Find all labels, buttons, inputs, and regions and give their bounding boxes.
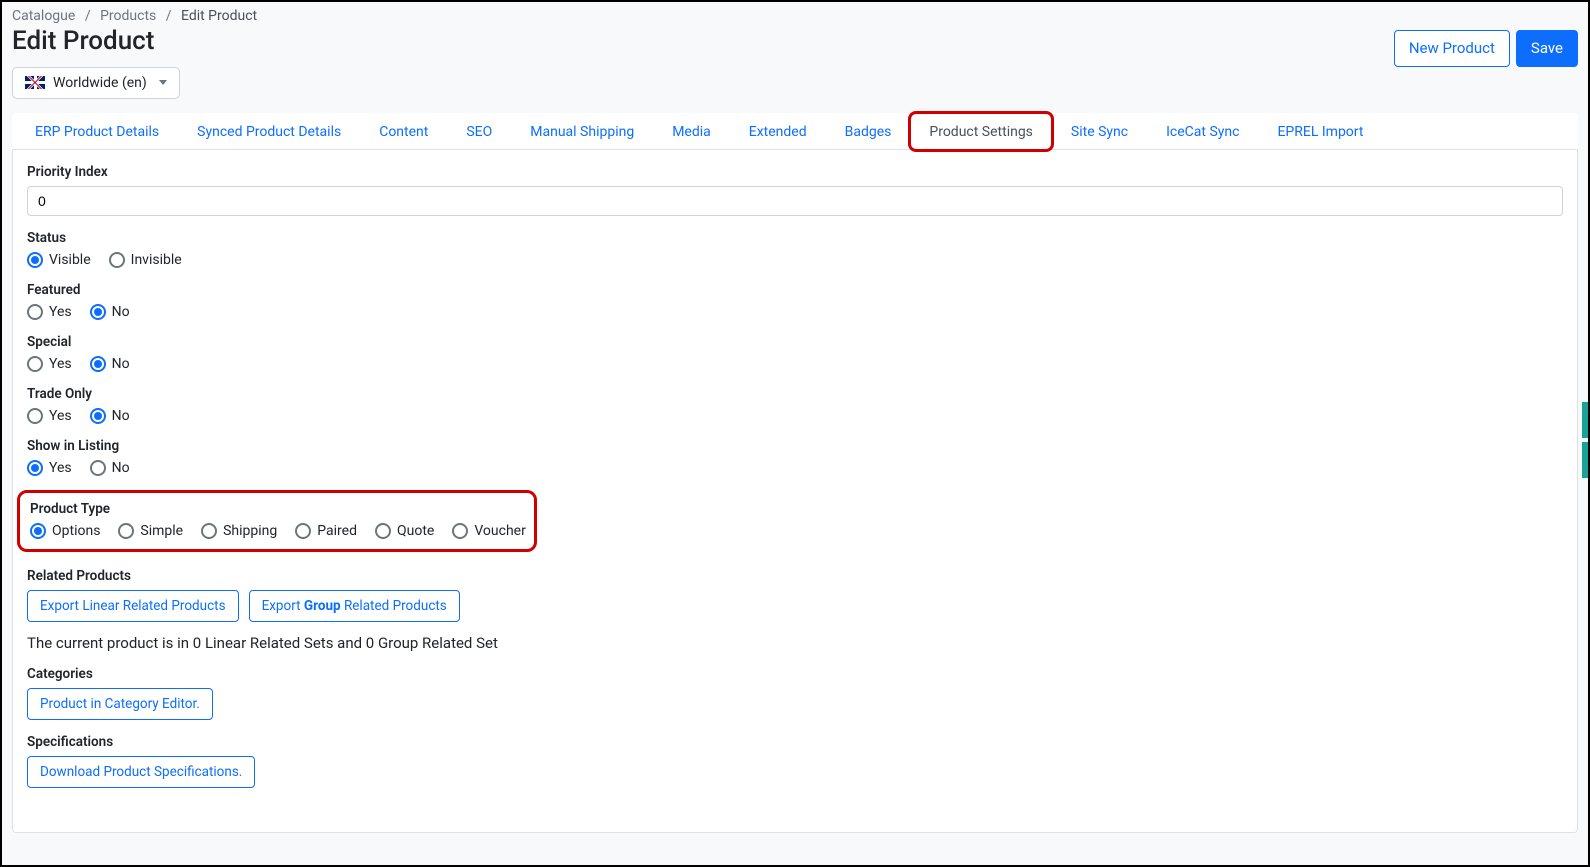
locale-label: Worldwide (en) bbox=[53, 75, 147, 91]
tab-manual-shipping[interactable]: Manual Shipping bbox=[511, 113, 653, 150]
page-title: Edit Product bbox=[12, 26, 257, 56]
featured-no-radio[interactable]: No bbox=[90, 304, 130, 320]
show-listing-yes-radio[interactable]: Yes bbox=[27, 460, 72, 476]
tab-synced-product-details[interactable]: Synced Product Details bbox=[178, 113, 360, 150]
download-specifications-button[interactable]: Download Product Specifications. bbox=[27, 756, 255, 788]
special-yes-radio[interactable]: Yes bbox=[27, 356, 72, 372]
product-in-category-editor-button[interactable]: Product in Category Editor. bbox=[27, 688, 213, 720]
product-type-paired-radio[interactable]: Paired bbox=[295, 523, 357, 539]
product-type-label: Product Type bbox=[30, 501, 524, 517]
tab-icecat-sync[interactable]: IceCat Sync bbox=[1147, 113, 1258, 150]
scroll-marker-icon bbox=[1582, 402, 1588, 478]
product-settings-panel: Priority Index Status Visible Invisible … bbox=[12, 150, 1578, 834]
tab-site-sync[interactable]: Site Sync bbox=[1052, 113, 1147, 150]
product-type-section: Product Type Options Simple Shipping Pai… bbox=[17, 490, 537, 552]
tab-seo[interactable]: SEO bbox=[447, 113, 511, 150]
tab-content[interactable]: Content bbox=[360, 113, 447, 150]
status-invisible-radio[interactable]: Invisible bbox=[109, 252, 182, 268]
tab-badges[interactable]: Badges bbox=[826, 113, 911, 150]
uk-flag-icon bbox=[25, 76, 45, 89]
tabs: ERP Product Details Synced Product Detai… bbox=[12, 113, 1578, 150]
product-type-options-radio[interactable]: Options bbox=[30, 523, 100, 539]
product-type-quote-radio[interactable]: Quote bbox=[375, 523, 434, 539]
tab-eprel-import[interactable]: EPREL Import bbox=[1258, 113, 1382, 150]
tab-extended[interactable]: Extended bbox=[730, 113, 826, 150]
trade-only-yes-radio[interactable]: Yes bbox=[27, 408, 72, 424]
trade-only-no-radio[interactable]: No bbox=[90, 408, 130, 424]
categories-label: Categories bbox=[27, 666, 1563, 682]
featured-label: Featured bbox=[27, 282, 1563, 298]
breadcrumb-root[interactable]: Catalogue bbox=[12, 8, 75, 24]
breadcrumb: Catalogue / Products / Edit Product bbox=[12, 8, 257, 24]
priority-index-label: Priority Index bbox=[27, 164, 1563, 180]
product-type-simple-radio[interactable]: Simple bbox=[118, 523, 183, 539]
chevron-down-icon bbox=[159, 80, 167, 85]
trade-only-label: Trade Only bbox=[27, 386, 1563, 402]
breadcrumb-products[interactable]: Products bbox=[100, 8, 156, 24]
priority-index-input[interactable] bbox=[27, 186, 1563, 216]
related-products-info: The current product is in 0 Linear Relat… bbox=[27, 634, 1563, 652]
new-product-button[interactable]: New Product bbox=[1394, 30, 1510, 67]
featured-yes-radio[interactable]: Yes bbox=[27, 304, 72, 320]
status-visible-radio[interactable]: Visible bbox=[27, 252, 91, 268]
product-type-shipping-radio[interactable]: Shipping bbox=[201, 523, 277, 539]
export-linear-related-button[interactable]: Export Linear Related Products bbox=[27, 590, 239, 622]
tab-product-settings[interactable]: Product Settings bbox=[910, 113, 1052, 150]
status-label: Status bbox=[27, 230, 1563, 246]
show-listing-label: Show in Listing bbox=[27, 438, 1563, 454]
show-listing-no-radio[interactable]: No bbox=[90, 460, 130, 476]
special-label: Special bbox=[27, 334, 1563, 350]
locale-selector[interactable]: Worldwide (en) bbox=[12, 67, 180, 99]
product-type-voucher-radio[interactable]: Voucher bbox=[452, 523, 526, 539]
specifications-label: Specifications bbox=[27, 734, 1563, 750]
save-button[interactable]: Save bbox=[1516, 30, 1578, 67]
tab-erp-product-details[interactable]: ERP Product Details bbox=[16, 113, 178, 150]
tab-media[interactable]: Media bbox=[653, 113, 730, 150]
export-group-related-button[interactable]: Export Group Related Products bbox=[249, 590, 460, 622]
breadcrumb-current: Edit Product bbox=[181, 8, 257, 24]
related-products-label: Related Products bbox=[27, 568, 1563, 584]
special-no-radio[interactable]: No bbox=[90, 356, 130, 372]
